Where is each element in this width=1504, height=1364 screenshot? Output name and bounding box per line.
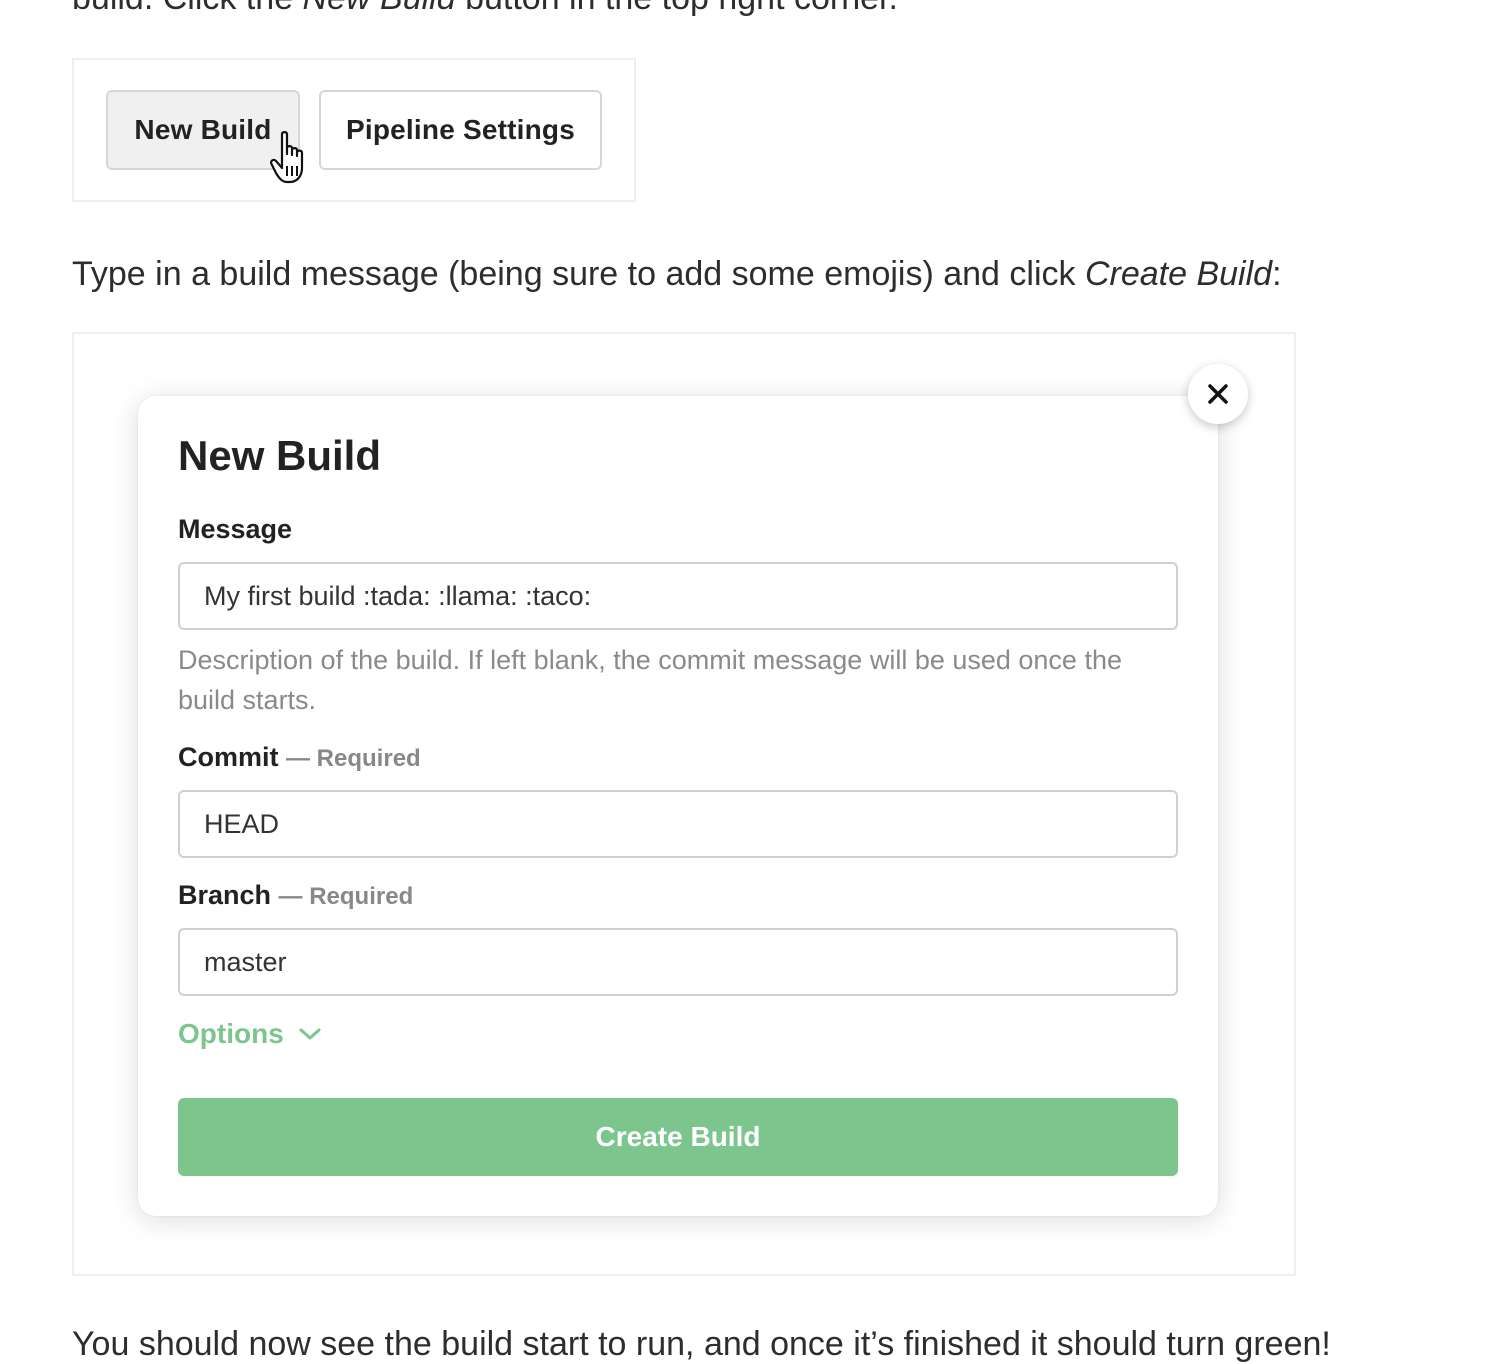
modal-screenshot-frame: New Build Message Description of the bui… <box>72 332 1296 1276</box>
pipeline-settings-button[interactable]: Pipeline Settings <box>319 90 602 170</box>
close-button[interactable] <box>1188 364 1248 424</box>
commit-label-text: Commit <box>178 742 279 772</box>
instruction-emphasis: Create Build <box>1084 255 1273 293</box>
commit-input[interactable] <box>178 790 1178 858</box>
commit-required-hint: — Required <box>286 745 421 772</box>
branch-label-text: Branch <box>178 880 272 910</box>
toolbar-screenshot-frame: New Build Pipeline Settings <box>72 58 636 202</box>
options-label: Options <box>178 1018 284 1049</box>
options-toggle[interactable]: Options <box>178 1018 322 1050</box>
create-build-button[interactable]: Create Build <box>178 1098 1178 1176</box>
intro-paragraph: build. Click the New Build button in the… <box>72 0 898 18</box>
close-icon <box>1208 384 1228 404</box>
message-help-text: Description of the build. If left blank,… <box>178 645 1122 715</box>
commit-label: Commit — Required <box>178 742 421 773</box>
message-label-text: Message <box>178 514 293 544</box>
chevron-down-icon <box>299 1028 321 1040</box>
message-label: Message <box>178 514 292 545</box>
intro-emphasis: New Build <box>303 0 456 17</box>
branch-required-hint: — Required <box>278 883 414 910</box>
outro-paragraph: You should now see the build start to ru… <box>72 1325 1331 1363</box>
branch-label: Branch — Required <box>178 880 413 911</box>
dialog-title: New Build <box>178 432 382 479</box>
instruction-text: Type in a build message (being sure to a… <box>72 255 1085 293</box>
intro-text: build. Click the <box>72 0 303 17</box>
new-build-dialog: New Build Message Description of the bui… <box>138 396 1218 1216</box>
message-input[interactable] <box>178 562 1178 630</box>
intro-text-end: button in the top right corner. <box>456 0 898 17</box>
branch-input[interactable] <box>178 928 1178 996</box>
hand-pointer-icon <box>270 131 304 184</box>
instruction-paragraph: Type in a build message (being sure to a… <box>72 254 1282 294</box>
instruction-text-end: : <box>1272 255 1282 293</box>
